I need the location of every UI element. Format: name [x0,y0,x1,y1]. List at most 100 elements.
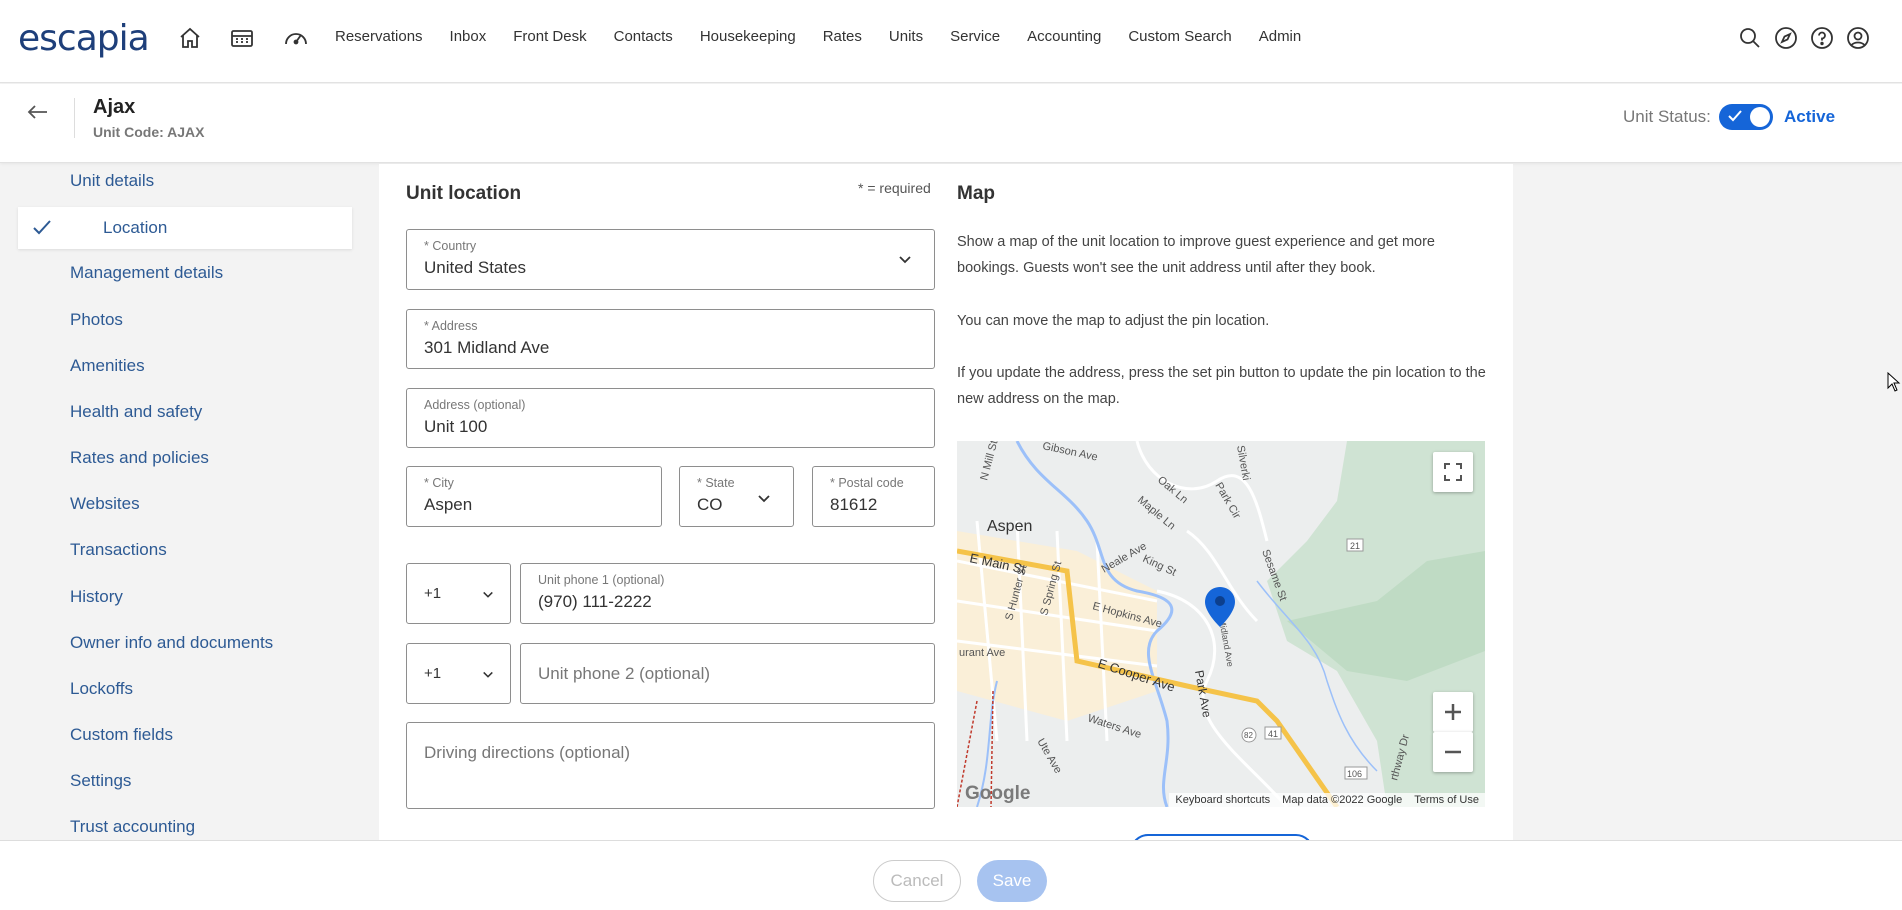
postal-code-value: 81612 [830,495,878,514]
plus-icon [1445,704,1461,720]
nav-inbox[interactable]: Inbox [450,28,487,45]
header-divider [74,98,75,138]
unit-phone2-field[interactable]: Unit phone 2 (optional) [520,643,935,704]
phone2-country-code-select[interactable]: +1 [406,643,511,704]
header-actions [1738,26,1870,50]
driving-directions-field[interactable]: Driving directions (optional) [406,722,935,809]
map-title: Map [957,183,995,204]
nav-reservations[interactable]: Reservations [335,28,423,45]
nav-contacts[interactable]: Contacts [614,28,673,45]
chevron-down-icon [483,671,493,678]
city-value: Aspen [424,495,473,514]
map-label-route-106: 106 [1347,769,1362,779]
map-description-3: If you update the address, press the set… [957,365,1486,407]
sidebar-item-photos[interactable]: Photos [70,310,123,330]
map-label-route-82: 82 [1244,731,1253,740]
postal-code-label: * Postal code [830,476,904,490]
unit-phone1-value: (970) 111-2222 [538,592,652,611]
nav-units[interactable]: Units [889,28,923,45]
state-value: CO [697,495,723,514]
unit-code: Unit Code: AJAX [93,124,205,140]
phone2-country-code: +1 [424,665,442,682]
location-map[interactable]: Aspen E Main St E Cooper Ave E Hopkins A… [957,441,1485,807]
map-label-durant-ave: urant Ave [959,647,1005,659]
zoom-out-button[interactable] [1433,732,1473,772]
unit-phone1-field[interactable]: Unit phone 1 (optional) (970) 111-2222 [520,563,935,624]
sidebar-item-trust-accounting[interactable]: Trust accounting [70,817,195,837]
sidebar-item-location[interactable]: Location [18,207,352,249]
address2-field[interactable]: Address (optional) Unit 100 [406,388,935,448]
map-label-city: Aspen [987,518,1032,535]
unit-location-title: Unit location [406,183,522,204]
sidebar-item-health-and-safety[interactable]: Health and safety [70,402,202,422]
state-label: * State [697,476,735,490]
address-field[interactable]: * Address 301 Midland Ave [406,309,935,369]
zoom-in-button[interactable] [1433,692,1473,732]
sidebar-item-rates-and-policies[interactable]: Rates and policies [70,448,209,468]
dashboard-icon[interactable] [283,26,309,52]
chevron-down-icon [899,256,911,264]
save-button[interactable]: Save [977,860,1047,902]
sidebar-item-transactions[interactable]: Transactions [70,540,167,560]
mouse-cursor-icon [1887,372,1901,392]
address-value: 301 Midland Ave [424,338,550,357]
nav-rates[interactable]: Rates [823,28,862,45]
sidebar-item-unit-details[interactable]: Unit details [70,171,154,191]
map-description-1: Show a map of the unit location to impro… [957,234,1435,276]
country-label: * Country [424,239,477,253]
top-navigation: escapia Reservations Inbox Front Desk Co… [0,0,1902,83]
unit-header [0,84,1902,163]
phone1-country-code-select[interactable]: +1 [406,563,511,624]
sidebar-item-websites[interactable]: Websites [70,494,140,514]
city-label: * City [424,476,454,490]
minus-icon [1445,750,1461,754]
city-field[interactable]: * City Aspen [406,466,662,527]
unit-phone1-label: Unit phone 1 (optional) [538,573,665,587]
nav-housekeeping[interactable]: Housekeeping [700,28,796,45]
fullscreen-icon [1444,463,1462,481]
nav-accounting[interactable]: Accounting [1027,28,1101,45]
check-icon [1728,110,1742,122]
nav-service[interactable]: Service [950,28,1000,45]
required-note: * = required [858,180,931,196]
country-value: United States [424,258,527,277]
nav-front-desk[interactable]: Front Desk [513,28,586,45]
escapia-logo[interactable]: escapia [18,18,150,59]
sidebar-item-history[interactable]: History [70,587,123,607]
sidebar-item-amenities[interactable]: Amenities [70,356,145,376]
cancel-button[interactable]: Cancel [873,860,961,902]
map-data-credit: Map data ©2022 Google [1282,794,1403,806]
driving-directions-placeholder: Driving directions (optional) [424,743,630,762]
map-label-route-41: 41 [1268,729,1278,739]
nav-admin[interactable]: Admin [1259,28,1302,45]
terms-of-use-link[interactable]: Terms of Use [1414,794,1479,806]
map-label-route-21: 21 [1350,541,1360,551]
unit-status-toggle[interactable] [1719,104,1773,130]
back-arrow-icon[interactable] [26,100,50,124]
home-icon[interactable] [178,26,204,52]
search-icon[interactable] [1738,26,1762,50]
sidebar-item-label: Location [103,218,168,237]
nav-custom-search[interactable]: Custom Search [1128,28,1231,45]
chevron-down-icon [758,495,770,503]
address2-label: Address (optional) [424,398,526,412]
calendar-icon[interactable] [230,26,256,52]
postal-code-field[interactable]: * Postal code 81612 [812,466,935,527]
sidebar-item-owner-info[interactable]: Owner info and documents [70,633,273,653]
country-select[interactable]: * Country United States [406,229,935,290]
chevron-down-icon [483,591,493,598]
account-icon[interactable] [1846,26,1870,50]
compass-icon[interactable] [1774,26,1798,50]
fullscreen-button[interactable] [1433,452,1473,492]
sidebar-item-settings[interactable]: Settings [70,771,131,791]
keyboard-shortcuts-link[interactable]: Keyboard shortcuts [1175,794,1270,806]
map-canvas: Aspen E Main St E Cooper Ave E Hopkins A… [957,441,1485,807]
sidebar-item-custom-fields[interactable]: Custom fields [70,725,173,745]
unit-status-label: Unit Status: [1623,107,1711,126]
sidebar-item-management-details[interactable]: Management details [70,263,223,283]
unit-status-value: Active [1784,107,1836,126]
help-icon[interactable] [1810,26,1834,50]
state-select[interactable]: * State CO [679,466,794,527]
unit-phone2-placeholder: Unit phone 2 (optional) [538,664,711,683]
sidebar-item-lockoffs[interactable]: Lockoffs [70,679,133,699]
